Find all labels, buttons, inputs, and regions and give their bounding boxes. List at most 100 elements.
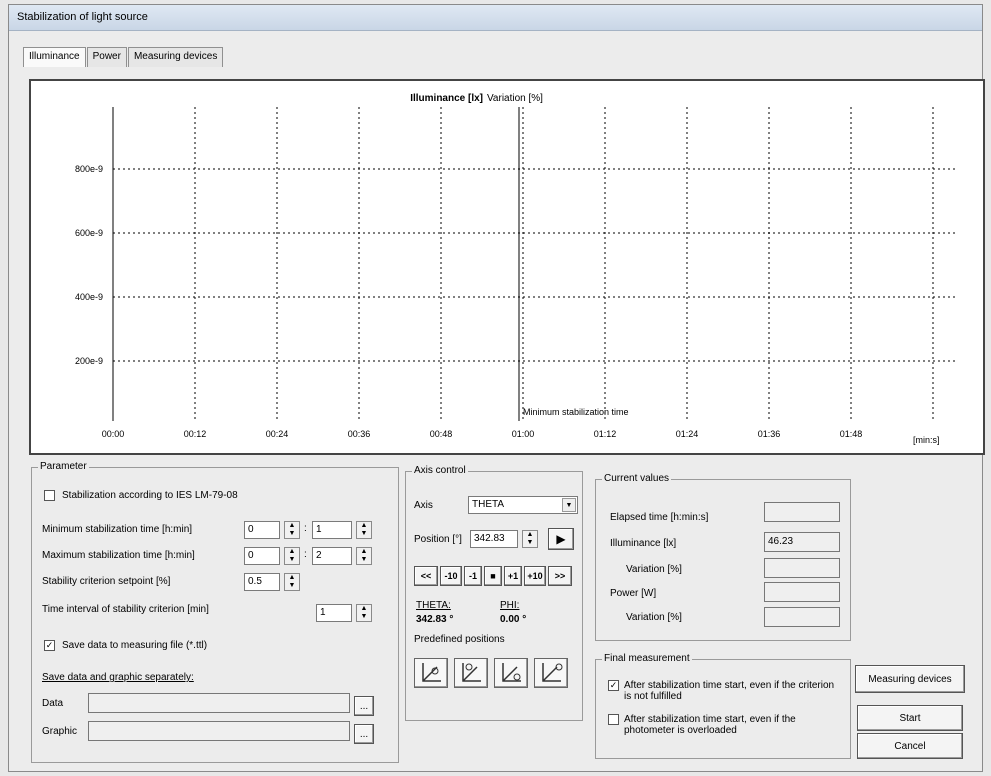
stabilization-window: Stabilization of light source Illuminanc…: [8, 4, 985, 772]
variation-power-label: Variation [%]: [626, 612, 682, 623]
step-button[interactable]: -10: [440, 566, 462, 586]
tab-power[interactable]: Power: [86, 47, 127, 67]
predefined-position-4-icon[interactable]: [534, 658, 568, 688]
x-tick-label: 01:00: [512, 429, 535, 439]
save-separately-label: Save data and graphic separately:: [42, 672, 194, 683]
y-axis-ticks: 800e-9 600e-9 400e-9 200e-9: [75, 164, 103, 366]
x-tick-label: 00:36: [348, 429, 371, 439]
final-opt1-checkbox[interactable]: ✓: [608, 680, 619, 691]
elapsed-time-value: [764, 502, 840, 522]
graphic-path-field[interactable]: [88, 721, 350, 741]
ies-checkbox[interactable]: [44, 490, 55, 501]
save-file-checkbox[interactable]: ✓: [44, 640, 55, 651]
illuminance-value: 46.23: [764, 532, 840, 552]
min-time-colon: :: [304, 523, 307, 534]
power-label: Power [W]: [610, 588, 657, 599]
chart-panel: Illuminance [lx] Variation [%] 00:00 00:1…: [29, 79, 985, 455]
x-tick-label: 00:48: [430, 429, 453, 439]
position-go-button[interactable]: ▶: [548, 528, 574, 550]
min-stabilization-label: Minimum stabilization time: [523, 407, 629, 417]
phi-label: PHI:: [500, 600, 520, 611]
y-tick-label: 600e-9: [75, 228, 103, 238]
save-file-label: Save data to measuring file (*.ttl): [62, 640, 208, 651]
final-measurement-group: Final measurement ✓ After stabilization …: [595, 653, 851, 759]
final-opt1-label: After stabilization time start, even if …: [624, 680, 835, 702]
graphic-browse-button[interactable]: ...: [354, 724, 374, 744]
step-button[interactable]: +10: [524, 566, 546, 586]
y-tick-label: 400e-9: [75, 292, 103, 302]
data-path-field[interactable]: [88, 693, 350, 713]
power-value: [764, 582, 840, 602]
x-tick-label: 00:24: [266, 429, 289, 439]
play-icon: ▶: [556, 532, 566, 546]
setpoint-input[interactable]: 0.5: [244, 573, 280, 591]
min-time-hours-spinner[interactable]: ▲ ▼: [284, 521, 300, 539]
min-time-minutes-spinner[interactable]: ▲ ▼: [356, 521, 372, 539]
cancel-button[interactable]: Cancel: [857, 733, 963, 759]
max-time-hours-spinner[interactable]: ▲ ▼: [284, 547, 300, 565]
predefined-positions-label: Predefined positions: [414, 634, 505, 645]
x-tick-label: 01:48: [840, 429, 863, 439]
window-title: Stabilization of light source: [9, 5, 982, 31]
max-time-hours-input[interactable]: 0: [244, 547, 280, 565]
position-spinner[interactable]: ▲ ▼: [522, 530, 538, 548]
max-time-colon: :: [304, 549, 307, 560]
x-axis-unit: [min:s]: [913, 435, 940, 445]
chart-grid: [112, 107, 957, 421]
predefined-position-2-icon[interactable]: [454, 658, 488, 688]
variation-illuminance-label: Variation [%]: [626, 564, 682, 575]
chart-title: Illuminance [lx]: [410, 93, 483, 104]
x-tick-label: 01:24: [676, 429, 699, 439]
data-browse-button[interactable]: ...: [354, 696, 374, 716]
step-button[interactable]: +1: [504, 566, 522, 586]
start-button[interactable]: Start: [857, 705, 963, 731]
parameter-group: Parameter Stabilization according to IES…: [31, 461, 399, 763]
data-label: Data: [42, 698, 64, 709]
tab-strip: Illuminance Power Measuring devices: [23, 47, 224, 67]
tab-illuminance[interactable]: Illuminance: [23, 47, 86, 67]
x-tick-label: 01:36: [758, 429, 781, 439]
setpoint-label: Stability criterion setpoint [%]: [42, 576, 171, 587]
final-measurement-title: Final measurement: [602, 653, 692, 664]
position-input[interactable]: 342.83: [470, 530, 518, 548]
final-opt2-checkbox[interactable]: [608, 714, 619, 725]
step-button[interactable]: -1: [464, 566, 482, 586]
axis-select[interactable]: THETA ▼: [468, 496, 578, 514]
x-tick-label: 00:12: [184, 429, 207, 439]
final-opt2-label: After stabilization time start, even if …: [624, 714, 796, 736]
interval-input[interactable]: 1: [316, 604, 352, 622]
max-time-label: Maximum stabilization time [h:min]: [42, 550, 195, 561]
variation-power-value: [764, 607, 840, 627]
x-tick-label: 01:12: [594, 429, 617, 439]
step-button[interactable]: <<: [414, 566, 438, 586]
predefined-position-3-icon[interactable]: [494, 658, 528, 688]
max-time-minutes-spinner[interactable]: ▲ ▼: [356, 547, 372, 565]
min-time-label: Minimum stabilization time [h:min]: [42, 524, 193, 535]
illuminance-chart: Illuminance [lx] Variation [%] 00:00 00:1…: [75, 93, 957, 445]
y-tick-label: 800e-9: [75, 164, 103, 174]
current-values-group: Current values Elapsed time [h:min:s] Il…: [595, 473, 851, 641]
variation-illuminance-value: [764, 558, 840, 578]
min-time-hours-input[interactable]: 0: [244, 521, 280, 539]
illuminance-label: Illuminance [lx]: [610, 538, 677, 549]
setpoint-spinner[interactable]: ▲ ▼: [284, 573, 300, 591]
theta-label: THETA:: [416, 600, 451, 611]
max-time-minutes-input[interactable]: 2: [312, 547, 352, 565]
x-axis-ticks: 00:00 00:12 00:24 00:36 00:48 01:00 01:12 01:24…: [102, 429, 863, 439]
interval-label: Time interval of stability criterion [mi…: [42, 604, 209, 615]
theta-value: 342.83 °: [416, 614, 454, 625]
axis-select-value: THETA: [472, 499, 505, 510]
chart-title-variation: Variation [%]: [487, 93, 543, 104]
min-time-minutes-input[interactable]: 1: [312, 521, 352, 539]
tab-measuring-devices[interactable]: Measuring devices: [127, 47, 224, 67]
predefined-position-1-icon[interactable]: [414, 658, 448, 688]
position-label: Position [°]: [414, 534, 462, 545]
step-button[interactable]: >>: [548, 566, 572, 586]
x-tick-label: 00:00: [102, 429, 125, 439]
chevron-down-icon[interactable]: ▼: [562, 498, 576, 512]
measuring-devices-button[interactable]: Measuring devices: [855, 665, 965, 693]
axis-control-group: Axis control Axis THETA ▼ Position [°] 3…: [405, 465, 583, 721]
step-button[interactable]: ■: [484, 566, 502, 586]
interval-spinner[interactable]: ▲ ▼: [356, 604, 372, 622]
axis-control-title: Axis control: [412, 465, 468, 476]
